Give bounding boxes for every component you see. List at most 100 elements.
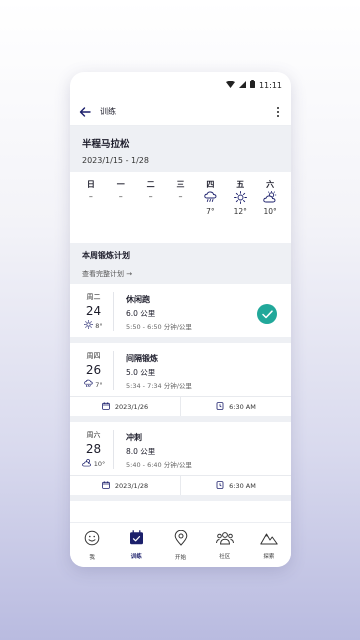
workout-scheduled-date: 2023/1/26 — [114, 402, 149, 411]
sun-icon — [84, 320, 94, 331]
week-day-value: – — [118, 192, 123, 201]
workout-day: 24 — [85, 304, 102, 318]
week-day-wed: 三 – — [166, 179, 196, 243]
workout-weather: 7° — [80, 379, 107, 390]
rain-cloud-icon — [84, 379, 93, 390]
week-day-thu: 四 7° — [195, 179, 225, 243]
clock-icon — [216, 401, 224, 412]
completed-check-icon — [257, 304, 277, 324]
workout-info: 冲刺 8.0 公里 5:40 - 6:40 分钟/公里 — [114, 430, 281, 469]
week-day-tue: 二 – — [136, 179, 166, 243]
workout-date: 周四 26 7° — [80, 351, 114, 390]
workout-pace: 5:50 - 6:50 分钟/公里 — [126, 323, 192, 331]
workout-date: 周六 28 10° — [80, 430, 114, 469]
workout-card[interactable]: 周六 28 10° 冲刺 8.0 公里 5:40 - 6:40 分钟/公里 20… — [70, 422, 291, 501]
more-options-icon[interactable] — [273, 105, 283, 119]
status-time: 11:11 — [258, 80, 282, 90]
smile-icon — [84, 530, 100, 550]
weekly-plan-header: 本周锻炼计划 查看完整计划 → — [70, 243, 291, 284]
workout-schedule: 2023/1/28 6:30 AM — [70, 475, 291, 495]
workout-pace: 5:40 - 6:40 分钟/公里 — [126, 461, 192, 469]
workout-name: 冲刺 — [126, 433, 142, 442]
workout-name: 间隔锻炼 — [126, 354, 158, 363]
partly-cloudy-icon — [255, 191, 285, 203]
week-day-label: 六 — [266, 180, 275, 189]
weekly-plan-title: 本周锻炼计划 — [82, 251, 130, 260]
week-day-label: 一 — [116, 180, 125, 189]
week-overview: 日 – 一 – 二 – 三 – 四 7° 五 12° 六 10° — [70, 172, 291, 243]
calendar-icon — [102, 401, 110, 412]
workout-main: 周四 26 7° 间隔锻炼 5.0 公里 5:34 - 7:34 分钟/公里 — [70, 343, 291, 396]
calendar-check-icon — [129, 530, 144, 549]
week-day-label: 五 — [236, 180, 245, 189]
workout-main: 周二 24 8° 休闲跑 6.0 公里 5:50 - 6:50 分钟/公里 — [70, 284, 291, 337]
week-day-temp: 12° — [233, 207, 247, 216]
plan-header: 半程马拉松 2023/1/15 - 1/28 — [70, 126, 291, 172]
workout-time-cell[interactable]: 6:30 AM — [180, 476, 291, 495]
workout-weekday: 周四 — [86, 352, 101, 360]
workout-weekday: 周六 — [86, 431, 101, 439]
week-day-value: – — [178, 192, 183, 201]
plan-name: 半程马拉松 — [82, 139, 130, 150]
workout-info: 间隔锻炼 5.0 公里 5:34 - 7:34 分钟/公里 — [114, 351, 281, 390]
workout-weather: 10° — [80, 458, 107, 469]
workout-distance: 8.0 公里 — [126, 447, 156, 456]
tab-me[interactable]: 我 — [70, 523, 114, 567]
workout-temp: 10° — [93, 459, 106, 468]
tab-start[interactable]: 开始 — [158, 523, 202, 567]
workout-scheduled-time: 6:30 AM — [229, 402, 256, 411]
bottom-tab-bar: 我 训练 开始 社区 探索 — [70, 522, 291, 567]
week-day-temp: 10° — [263, 207, 277, 216]
wifi-icon — [225, 80, 235, 90]
workout-card[interactable]: 周四 26 7° 间隔锻炼 5.0 公里 5:34 - 7:34 分钟/公里 2… — [70, 343, 291, 422]
workout-time-cell[interactable]: 6:30 AM — [180, 397, 291, 416]
workout-weekday: 周二 — [86, 293, 101, 301]
back-arrow-icon[interactable] — [78, 105, 92, 119]
rain-cloud-icon — [195, 191, 225, 203]
clock-icon — [216, 480, 224, 491]
week-day-value: – — [88, 192, 93, 201]
week-day-label: 日 — [86, 180, 95, 189]
week-day-label: 三 — [176, 180, 185, 189]
workout-date: 周二 24 8° — [80, 292, 114, 331]
calendar-icon — [102, 480, 110, 491]
week-day-value: – — [148, 192, 153, 201]
tab-label: 我 — [89, 554, 95, 561]
workout-temp: 8° — [95, 321, 103, 330]
workout-date-cell[interactable]: 2023/1/26 — [70, 397, 180, 416]
workout-weather: 8° — [80, 320, 107, 331]
workout-card[interactable]: 周二 24 8° 休闲跑 6.0 公里 5:50 - 6:50 分钟/公里 — [70, 284, 291, 343]
view-full-plan-link[interactable]: 查看完整计划 → — [82, 269, 132, 279]
workout-date-cell[interactable]: 2023/1/28 — [70, 476, 180, 495]
week-day-fri: 五 12° — [225, 179, 255, 243]
tab-community[interactable]: 社区 — [203, 523, 247, 567]
workout-main: 周六 28 10° 冲刺 8.0 公里 5:40 - 6:40 分钟/公里 — [70, 422, 291, 475]
tab-label: 探索 — [263, 554, 275, 560]
workout-distance: 5.0 公里 — [126, 368, 156, 377]
community-icon — [215, 530, 234, 549]
tab-explore[interactable]: 探索 — [247, 523, 291, 567]
week-day-sat: 六 10° — [255, 179, 285, 243]
workout-pace: 5:34 - 7:34 分钟/公里 — [126, 382, 192, 390]
workout-info: 休闲跑 6.0 公里 5:50 - 6:50 分钟/公里 — [114, 292, 281, 331]
workout-schedule: 2023/1/26 6:30 AM — [70, 396, 291, 416]
plan-date-range: 2023/1/15 - 1/28 — [82, 156, 149, 165]
workout-day: 28 — [85, 442, 102, 456]
battery-icon — [249, 80, 255, 90]
phone-frame: 11:11 训练 半程马拉松 2023/1/15 - 1/28 日 – 一 – … — [70, 72, 291, 567]
tab-label: 开始 — [175, 554, 187, 561]
workout-name: 休闲跑 — [126, 295, 150, 304]
sun-icon — [225, 190, 255, 204]
signal-icon — [238, 80, 246, 90]
tab-label: 训练 — [130, 554, 142, 560]
workout-temp: 7° — [95, 380, 103, 389]
mountain-icon — [260, 530, 278, 549]
partly-cloudy-icon — [81, 458, 92, 469]
app-bar: 训练 — [70, 98, 291, 126]
tab-training[interactable]: 训练 — [114, 523, 158, 567]
workout-scheduled-date: 2023/1/28 — [114, 481, 149, 490]
week-day-temp: 7° — [206, 207, 215, 216]
week-day-label: 二 — [146, 180, 155, 189]
tab-label: 社区 — [219, 554, 231, 560]
status-bar: 11:11 — [70, 72, 291, 98]
